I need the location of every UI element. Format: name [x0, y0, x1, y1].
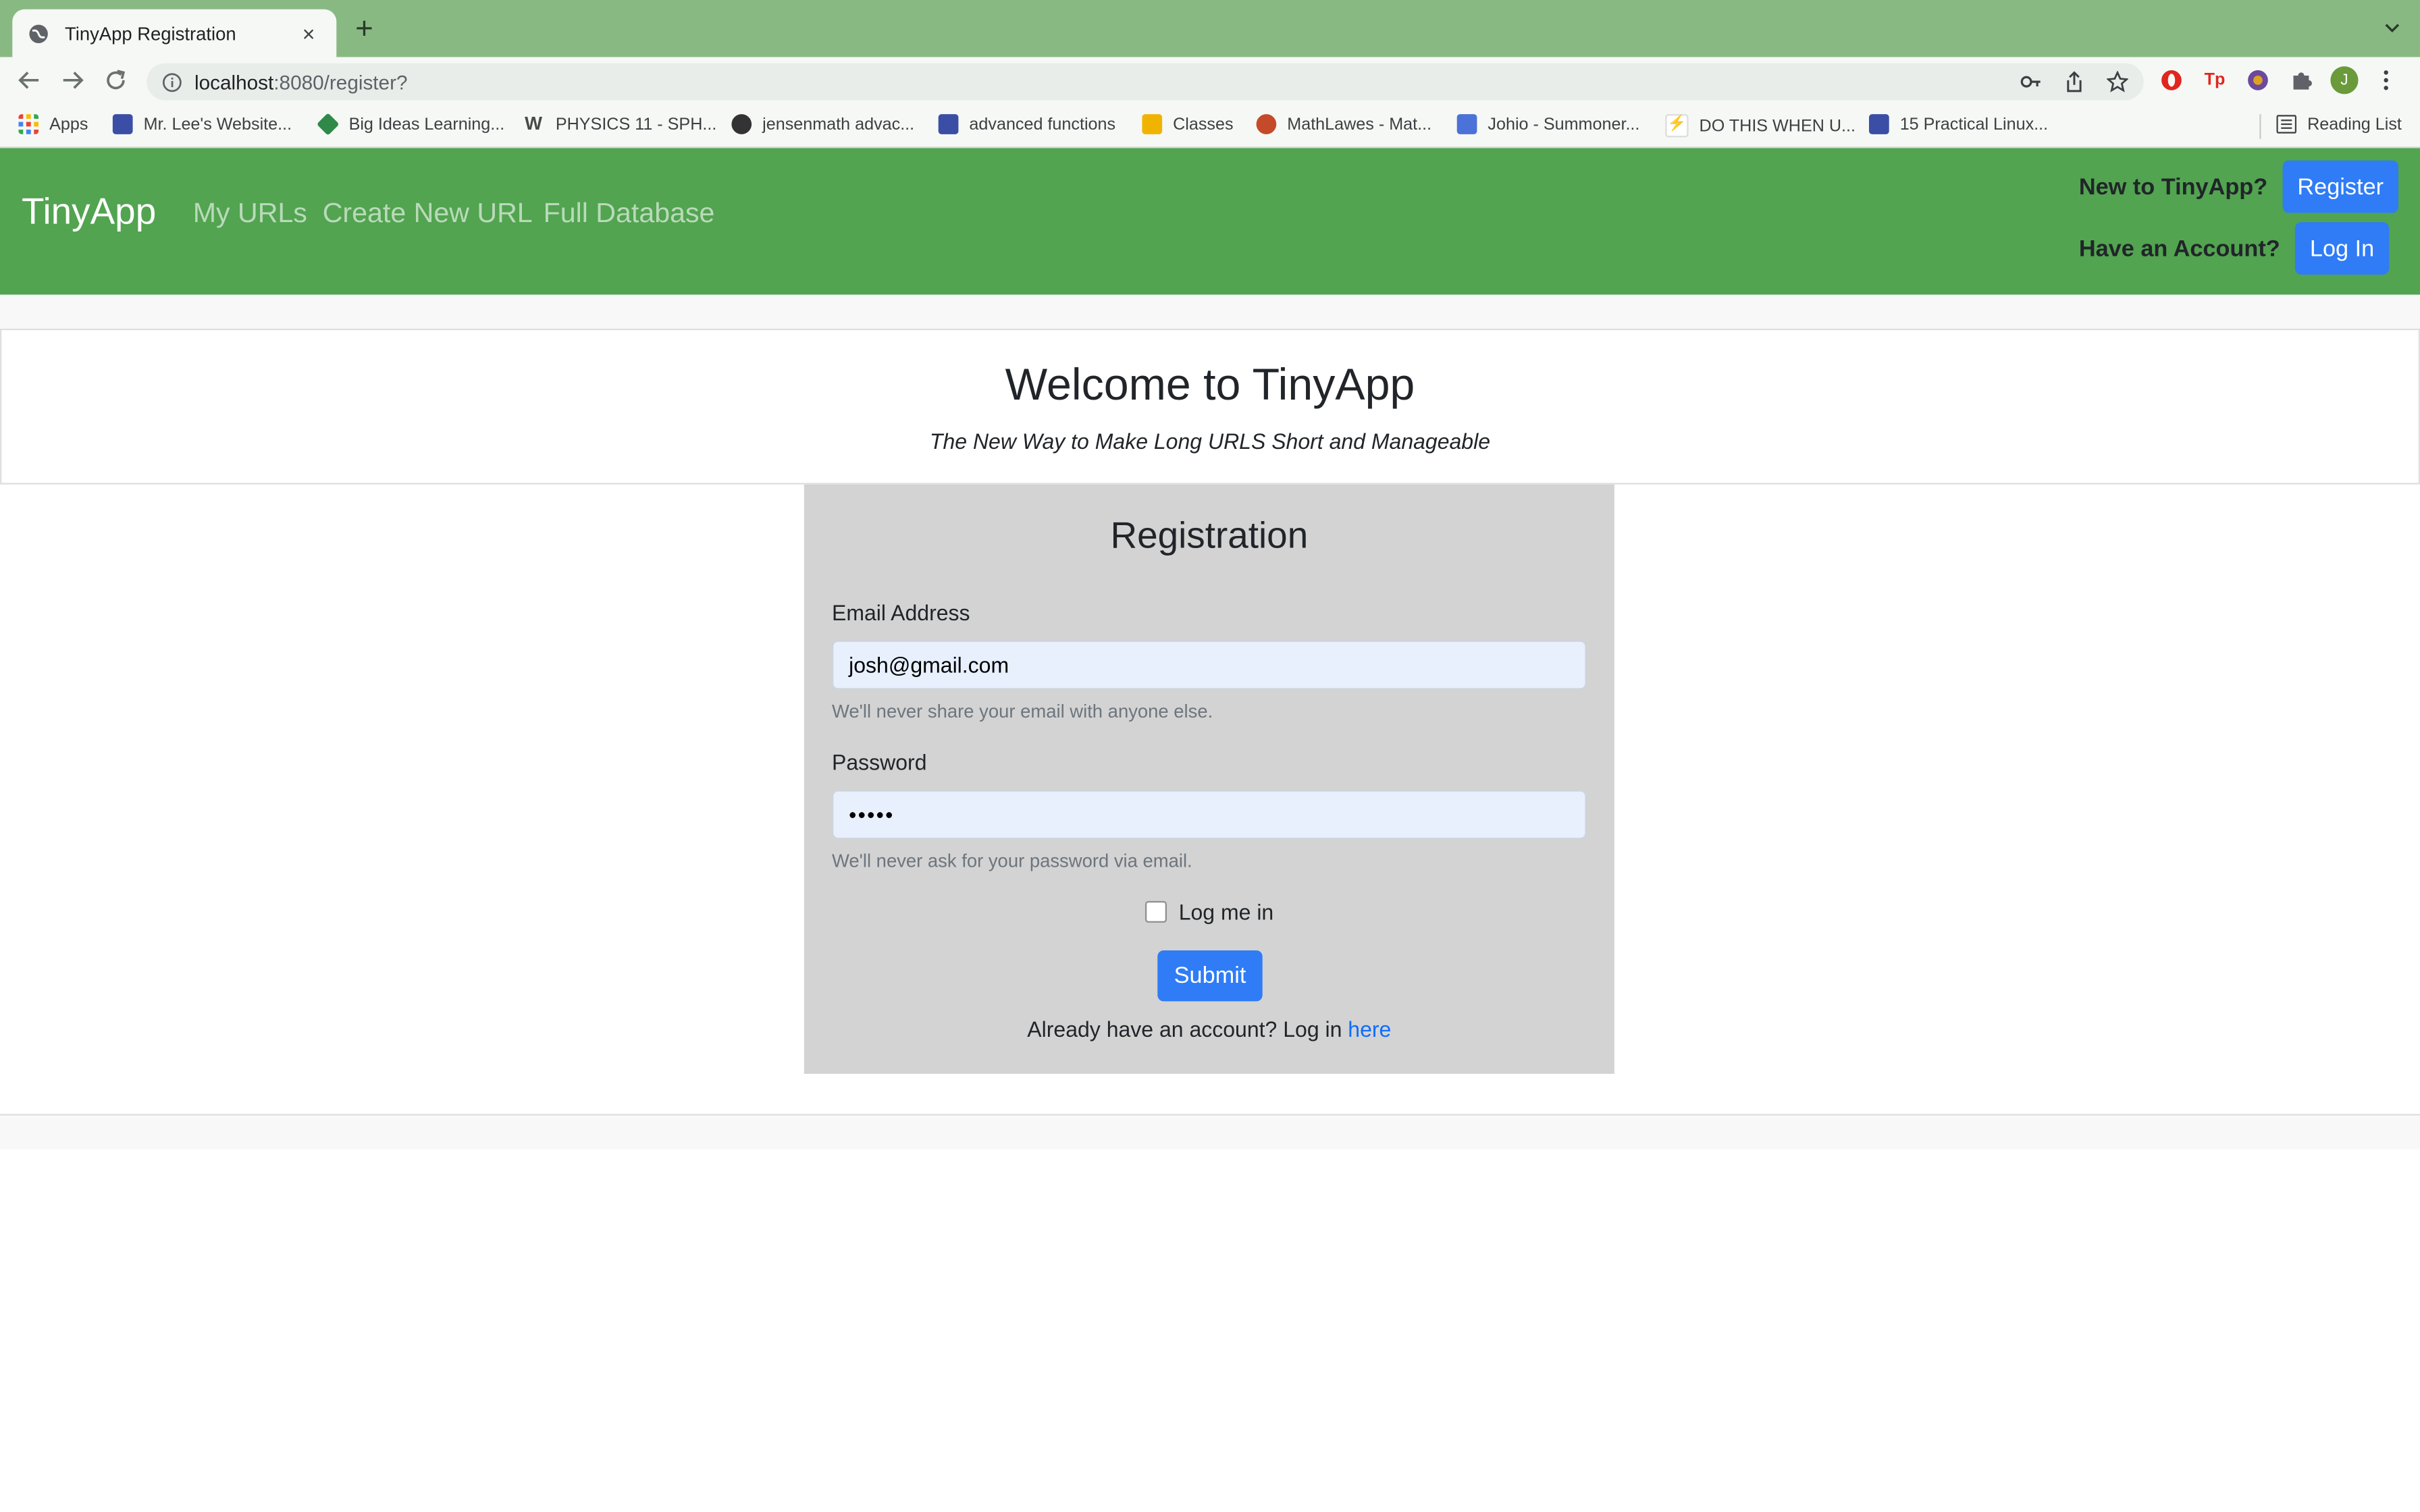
chevron-down-icon[interactable]	[2383, 18, 2401, 36]
header-spacer	[0, 294, 2420, 329]
info-icon[interactable]	[162, 72, 182, 92]
form-heading: Registration	[1110, 515, 1309, 558]
back-icon[interactable]	[16, 66, 43, 94]
lightning-icon: ⚡	[1665, 114, 1689, 138]
weebly-icon: W	[525, 112, 543, 134]
already-text: Already have an account? Log in	[1027, 1017, 1348, 1042]
bookmark-item[interactable]: jensenmath advac...	[731, 114, 914, 134]
submit-button[interactable]: Submit	[1157, 950, 1263, 1002]
password-field[interactable]: •••••	[831, 790, 1587, 840]
reading-list[interactable]: Reading List	[2276, 114, 2402, 134]
bookmark-item[interactable]: Johio - Summoner...	[1456, 114, 1640, 134]
bookmark-site-icon	[1256, 114, 1277, 134]
bookmark-label: Mr. Lee's Website...	[143, 115, 292, 134]
puzzle-icon[interactable]	[2287, 66, 2315, 94]
have-account-prompt: Have an Account?	[2078, 236, 2280, 263]
new-user-prompt: New to TinyApp?	[2078, 174, 2268, 201]
bookmark-item[interactable]: MathLawes - Mat...	[1256, 114, 1432, 134]
bookmark-label: 15 Practical Linux...	[1899, 115, 2049, 134]
email-help-text: We'll never share your email with anyone…	[831, 700, 1213, 722]
bookmark-label: DO THIS WHEN U...	[1699, 116, 1856, 135]
forward-icon[interactable]	[59, 66, 86, 94]
apps-grid-icon	[18, 114, 39, 134]
bookmark-site-icon	[316, 113, 340, 136]
bookmark-site-icon	[112, 114, 133, 134]
bookmark-apps[interactable]: Apps	[18, 114, 88, 134]
log-me-in-label[interactable]: Log me in	[1179, 900, 1274, 925]
bookmarks-divider	[2259, 114, 2261, 139]
star-icon[interactable]	[2106, 71, 2128, 92]
reload-icon[interactable]	[102, 66, 130, 94]
footer-band	[0, 1114, 2420, 1150]
bookmark-item[interactable]: Classes	[1142, 114, 1234, 134]
welcome-title: Welcome to TinyApp	[1005, 360, 1415, 410]
kebab-menu-icon[interactable]	[2373, 68, 2398, 93]
shield-extension-icon[interactable]	[2244, 66, 2271, 94]
globe-icon	[731, 114, 752, 134]
profile-avatar[interactable]: J	[2330, 66, 2359, 94]
browser-toolbar: localhost:8080/register? Tp J	[0, 57, 2420, 105]
email-field[interactable]: josh@gmail.com	[831, 640, 1587, 690]
bookmark-site-icon	[1456, 114, 1477, 134]
opera-extension-icon[interactable]	[2157, 66, 2185, 94]
share-icon[interactable]	[2063, 71, 2085, 92]
browser-tab-bar: TinyApp Registration × +	[0, 0, 2420, 57]
classroom-icon	[1142, 114, 1163, 134]
key-icon[interactable]	[2020, 71, 2042, 92]
nav-full-database[interactable]: Full Database	[544, 198, 715, 230]
log-me-in-checkbox[interactable]	[1145, 900, 1167, 923]
register-button[interactable]: Register	[2282, 160, 2398, 213]
bookmark-label: Apps	[49, 115, 88, 134]
url-text: localhost:8080/register?	[194, 70, 2020, 93]
reading-list-icon	[2276, 115, 2297, 134]
bookmark-label: Johio - Summoner...	[1488, 115, 1640, 134]
welcome-subtitle: The New Way to Make Long URLS Short and …	[929, 429, 1491, 454]
already-have-account: Already have an account? Log in here	[804, 1017, 1614, 1042]
login-button[interactable]: Log In	[2294, 222, 2390, 275]
browser-tab[interactable]: TinyApp Registration ×	[12, 9, 337, 57]
login-here-link[interactable]: here	[1348, 1017, 1391, 1042]
bookmark-label: advanced functions	[969, 115, 1116, 134]
bookmarks-bar: Apps Mr. Lee's Website... Big Ideas Lear…	[0, 105, 2420, 148]
nav-my-urls[interactable]: My URLs	[193, 198, 307, 230]
remember-row: Log me in	[804, 900, 1614, 925]
reading-list-label: Reading List	[2307, 115, 2402, 134]
tp-extension-icon[interactable]: Tp	[2201, 66, 2228, 94]
url-path: :8080/register?	[273, 70, 408, 94]
password-label: Password	[831, 749, 927, 775]
registration-form: Registration Email Address josh@gmail.co…	[804, 484, 1614, 1074]
close-tab-icon[interactable]: ×	[296, 21, 321, 46]
address-bar[interactable]: localhost:8080/register?	[147, 63, 2144, 101]
bookmark-label: Classes	[1173, 115, 1234, 134]
bookmark-item[interactable]: 15 Practical Linux...	[1868, 114, 2049, 134]
bookmark-item[interactable]: Big Ideas Learning...	[316, 113, 505, 136]
globe-icon	[29, 24, 48, 43]
site-navbar: TinyApp My URLs Create New URL Full Data…	[0, 148, 2420, 295]
email-label: Email Address	[831, 600, 970, 625]
bookmark-item[interactable]: ⚡ DO THIS WHEN U...	[1665, 114, 1856, 138]
brand-logo[interactable]: TinyApp	[22, 191, 156, 234]
nav-create-new-url[interactable]: Create New URL	[323, 198, 533, 230]
bookmark-site-icon	[938, 114, 959, 134]
welcome-banner: Welcome to TinyApp The New Way to Make L…	[0, 328, 2420, 485]
bookmark-item[interactable]: W PHYSICS 11 - SPH...	[525, 112, 717, 134]
bookmark-label: Big Ideas Learning...	[348, 115, 505, 134]
password-help-text: We'll never ask for your password via em…	[831, 850, 1192, 872]
url-host: localhost	[194, 70, 274, 94]
tab-title: TinyApp Registration	[64, 22, 236, 45]
bookmark-item[interactable]: Mr. Lee's Website...	[112, 114, 292, 134]
bookmark-label: MathLawes - Mat...	[1287, 115, 1432, 134]
bookmark-label: PHYSICS 11 - SPH...	[555, 115, 717, 134]
bookmark-item[interactable]: advanced functions	[938, 114, 1116, 134]
bookmark-label: jensenmath advac...	[762, 115, 915, 134]
bookmark-site-icon	[1868, 114, 1889, 134]
new-tab-button[interactable]: +	[350, 14, 378, 45]
